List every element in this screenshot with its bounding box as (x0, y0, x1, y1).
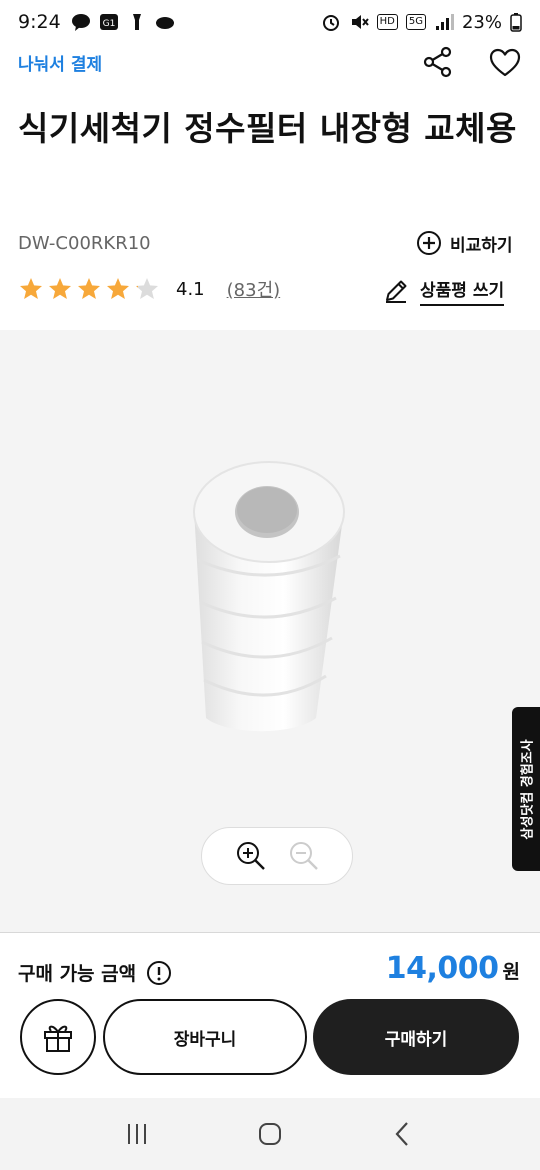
compare-label: 비교하기 (450, 235, 513, 256)
experience-survey-tab[interactable]: 삼성닷컴 경험조사 (512, 707, 540, 871)
battery-icon (510, 13, 522, 32)
system-nav-bar (0, 1098, 540, 1170)
star-icon (107, 278, 129, 299)
pencil-icon (386, 280, 407, 303)
purchase-bar: 구매 가능 금액 14,000 원 장바구니 구매하기 (0, 932, 540, 1098)
star-icon (136, 278, 158, 299)
model-code: DW-C00RKR10 (18, 233, 151, 254)
wishlist-heart-icon[interactable] (488, 46, 522, 80)
gift-button[interactable] (20, 999, 96, 1075)
zoom-out-icon[interactable] (287, 839, 321, 873)
gift-icon (44, 1025, 72, 1052)
status-left-icons: G1 (71, 12, 175, 32)
price: 14,000 원 (386, 951, 520, 986)
alarm-icon (322, 15, 339, 31)
product-image[interactable] (0, 330, 540, 810)
info-icon[interactable] (146, 960, 172, 986)
cloud-icon (155, 17, 174, 29)
mute-icon (351, 15, 369, 29)
survey-tab-label: 삼성닷컴 경험조사 (520, 738, 536, 840)
star-icon (20, 278, 42, 299)
hd-icon: HD (376, 14, 398, 30)
write-review-button[interactable]: 상품평 쓰기 (382, 276, 505, 306)
rating-value: 4.1 (176, 278, 205, 300)
star-icon (49, 278, 71, 299)
compare-button[interactable]: 비교하기 (416, 230, 513, 256)
recent-apps-icon[interactable] (122, 1119, 152, 1149)
signal-icon (435, 14, 454, 30)
5g-icon: 5G (405, 14, 426, 30)
zoom-in-icon[interactable] (234, 839, 268, 873)
add-to-cart-button[interactable]: 장바구니 (103, 999, 307, 1075)
svg-text:G1: G1 (102, 19, 115, 29)
write-review-label: 상품평 쓰기 (420, 276, 505, 306)
price-unit: 원 (502, 961, 520, 983)
status-right: HD 5G 23% (321, 12, 522, 33)
price-label-text: 구매 가능 금액 (18, 963, 137, 985)
g1-icon: G1 (99, 14, 118, 30)
rating-row: 4.1 (83건) (18, 276, 280, 302)
product-header: 나눠서 결제 (0, 44, 540, 84)
star-icon (78, 278, 100, 299)
home-icon[interactable] (255, 1119, 285, 1149)
plus-circle-icon (417, 231, 441, 255)
status-bar: 9:24 G1 HD 5G 23% (0, 0, 540, 44)
battery-percent: 23% (461, 11, 502, 33)
back-icon[interactable] (388, 1119, 418, 1149)
price-amount: 14,000 (385, 951, 499, 986)
product-title: 식기세척기 정수필터 내장형 교체용 (18, 109, 517, 148)
talk-icon (71, 14, 90, 31)
review-count-link[interactable]: (83건) (227, 276, 281, 302)
zoom-controls (201, 827, 353, 885)
installment-pay-link[interactable]: 나눠서 결제 (18, 50, 102, 75)
buy-now-button[interactable]: 구매하기 (313, 999, 519, 1075)
star-rating (18, 276, 160, 302)
share-icon[interactable] (420, 44, 456, 80)
price-label: 구매 가능 금액 (18, 959, 172, 986)
status-time: 9:24 (18, 11, 61, 33)
flashlight-icon (132, 14, 141, 30)
product-image-area: 삼성닷컴 경험조사 (0, 330, 540, 932)
